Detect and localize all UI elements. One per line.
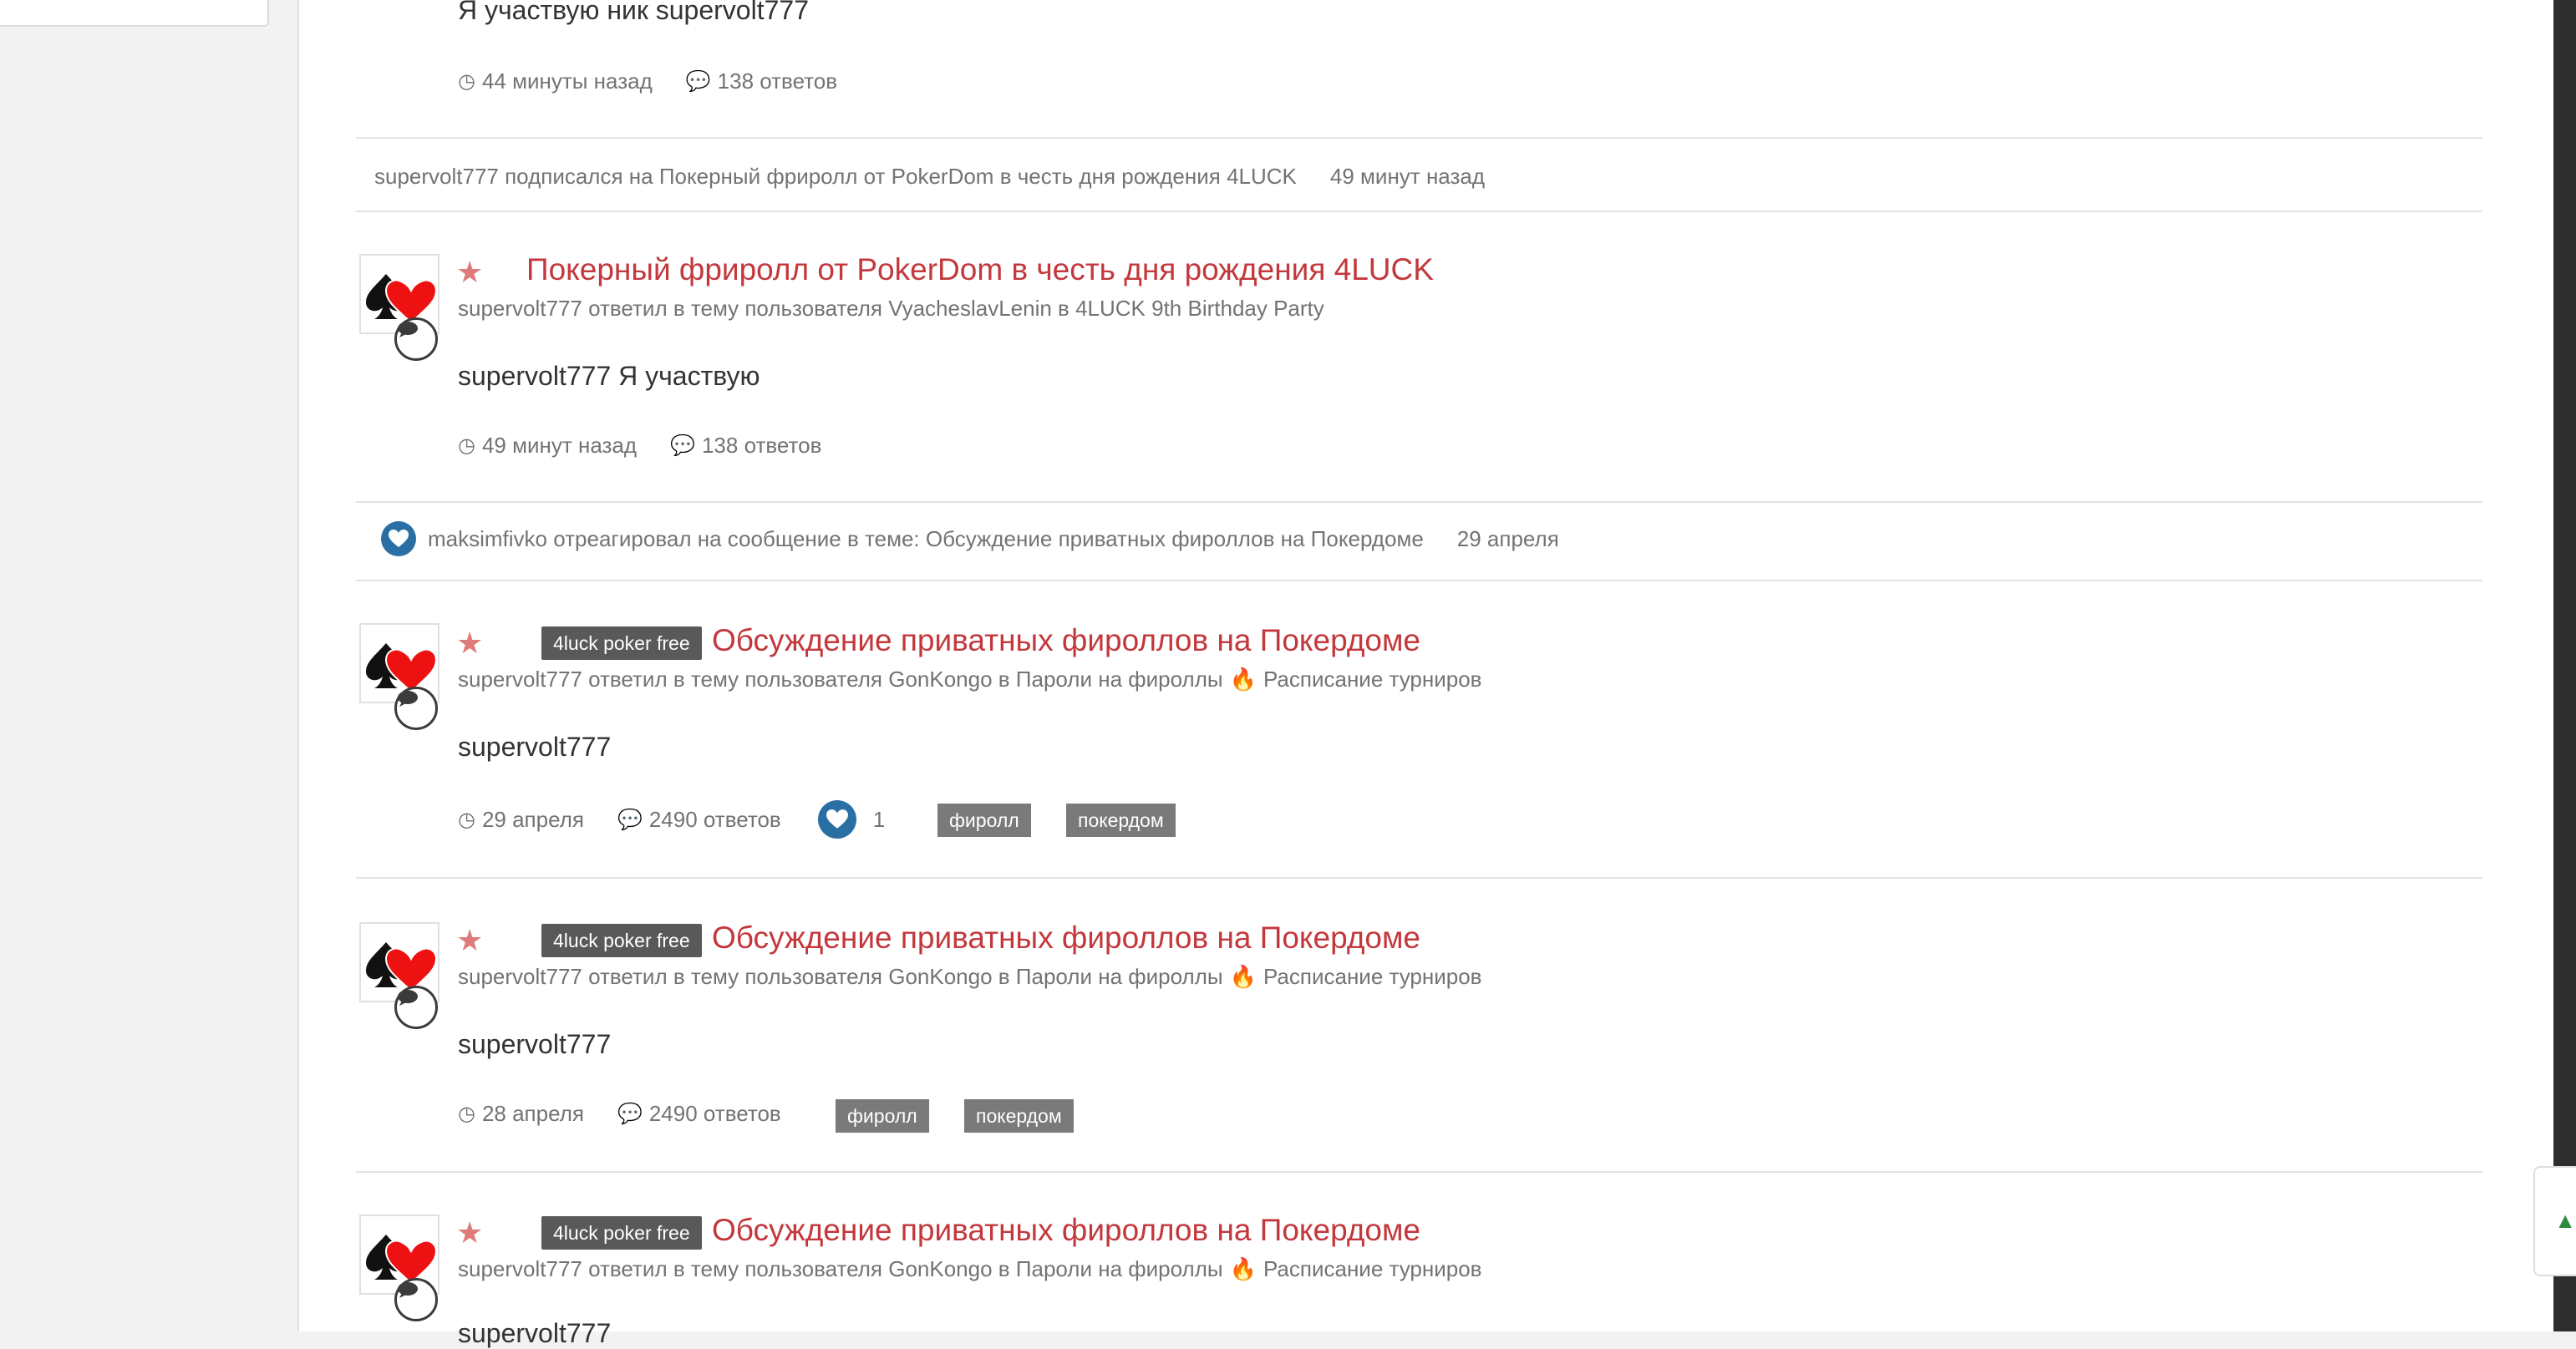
subline-section[interactable]: Расписание турниров	[1263, 964, 1482, 990]
activity-text[interactable]: maksimfivko отреагировал на сообщение в …	[428, 526, 1424, 552]
forum-badge[interactable]: 4luck poker free	[541, 1216, 702, 1250]
post-meta: ◷ 28 апреля 💬 2490 ответов	[458, 1101, 781, 1127]
post-meta: ◷ 44 минуты назад 💬 138 ответов	[458, 68, 837, 94]
post-time[interactable]: 28 апреля	[482, 1101, 584, 1127]
clock-icon: ◷	[458, 70, 475, 93]
activity-time[interactable]: 49 минут назад	[1330, 164, 1485, 190]
tag[interactable]: фиролл	[937, 804, 1031, 837]
post-subline: supervolt777 ответил в тему пользователя…	[458, 667, 1482, 692]
subline-section[interactable]: Расписание турниров	[1263, 667, 1482, 692]
post-replies[interactable]: 2490 ответов	[649, 807, 781, 833]
post-time[interactable]: 44 минуты назад	[482, 68, 653, 94]
post-body: supervolt777	[458, 732, 612, 762]
reaction-count: 1	[872, 806, 886, 832]
post-replies[interactable]: 2490 ответов	[649, 1101, 781, 1127]
divider	[356, 137, 2482, 139]
activity-time[interactable]: 29 апреля	[1457, 526, 1559, 552]
divider	[356, 877, 2482, 879]
comment-icon: 💬	[685, 70, 711, 93]
post-subline[interactable]: supervolt777 ответил в тему пользователя…	[458, 296, 1324, 322]
post-meta: ◷ 29 апреля 💬 2490 ответов 1	[458, 800, 885, 839]
divider	[356, 210, 2482, 212]
forum-badge[interactable]: 4luck poker free	[541, 626, 702, 660]
right-scrollbar[interactable]	[2553, 0, 2576, 1331]
subline-text[interactable]: supervolt777 ответил в тему пользователя…	[458, 964, 1223, 990]
divider	[356, 501, 2482, 503]
post-body: supervolt777	[458, 1029, 612, 1059]
clock-icon: ◷	[458, 434, 475, 457]
star-icon[interactable]: ★	[456, 1218, 483, 1248]
comment-icon: 💬	[617, 1103, 643, 1125]
avatar[interactable]	[359, 254, 439, 361]
post-time[interactable]: 29 апреля	[482, 807, 584, 833]
avatar[interactable]	[359, 623, 439, 730]
post-replies[interactable]: 138 ответов	[718, 68, 837, 94]
forum-badge[interactable]: 4luck poker free	[541, 924, 702, 957]
post-body: supervolt777	[458, 1318, 612, 1348]
post-subline: supervolt777 ответил в тему пользователя…	[458, 1256, 1482, 1282]
chat-bubble-icon	[394, 986, 438, 1029]
avatar[interactable]	[359, 1215, 439, 1321]
post-title[interactable]: Обсуждение приватных фироллов на Покердо…	[712, 623, 1420, 658]
comment-icon: 💬	[617, 808, 643, 831]
post-time[interactable]: 49 минут назад	[482, 433, 637, 459]
post-title[interactable]: Обсуждение приватных фироллов на Покердо…	[712, 1213, 1420, 1248]
subline-text[interactable]: supervolt777 ответил в тему пользователя…	[458, 667, 1223, 692]
tag[interactable]: покердом	[964, 1099, 1074, 1133]
post-title[interactable]: Покерный фриролл от PokerDom в честь дня…	[526, 252, 1434, 287]
heart-icon[interactable]	[817, 800, 856, 839]
left-column	[0, 0, 297, 1331]
activity-stream	[297, 0, 2555, 1331]
floating-widget[interactable]: ▲	[2533, 1166, 2576, 1276]
fire-icon: 🔥	[1229, 964, 1257, 989]
star-icon[interactable]: ★	[456, 257, 483, 287]
chat-bubble-icon	[394, 1278, 438, 1321]
star-icon[interactable]: ★	[456, 628, 483, 658]
left-card	[0, 0, 269, 27]
subline-text[interactable]: supervolt777 ответил в тему пользователя…	[458, 1256, 1223, 1282]
comment-icon: 💬	[670, 434, 695, 457]
post-title[interactable]: Обсуждение приватных фироллов на Покердо…	[712, 920, 1420, 956]
activity-text[interactable]: supervolt777 подписался на Покерный фрир…	[374, 164, 1297, 190]
post-body: Я участвую ник supervolt777	[458, 0, 809, 25]
tag[interactable]: фиролл	[836, 1099, 929, 1133]
widget-icon: ▲	[2554, 1208, 2576, 1233]
fire-icon: 🔥	[1229, 667, 1257, 692]
heart-icon	[381, 521, 416, 556]
post-subline: supervolt777 ответил в тему пользователя…	[458, 964, 1482, 990]
chat-bubble-icon	[394, 317, 438, 361]
post-replies[interactable]: 138 ответов	[702, 433, 821, 459]
chat-bubble-icon	[394, 687, 438, 730]
activity-line: supervolt777 подписался на Покерный фрир…	[374, 164, 1485, 190]
avatar[interactable]	[359, 922, 439, 1029]
subline-section[interactable]: Расписание турниров	[1263, 1256, 1482, 1282]
tag[interactable]: покердом	[1066, 804, 1176, 837]
divider	[356, 1171, 2482, 1173]
clock-icon: ◷	[458, 1103, 475, 1125]
star-icon[interactable]: ★	[456, 926, 483, 956]
clock-icon: ◷	[458, 808, 475, 831]
post-body: supervolt777 Я участвую	[458, 361, 760, 391]
fire-icon: 🔥	[1229, 1256, 1257, 1281]
divider	[356, 580, 2482, 581]
post-meta: ◷ 49 минут назад 💬 138 ответов	[458, 433, 821, 459]
activity-line: maksimfivko отреагировал на сообщение в …	[381, 521, 1559, 556]
